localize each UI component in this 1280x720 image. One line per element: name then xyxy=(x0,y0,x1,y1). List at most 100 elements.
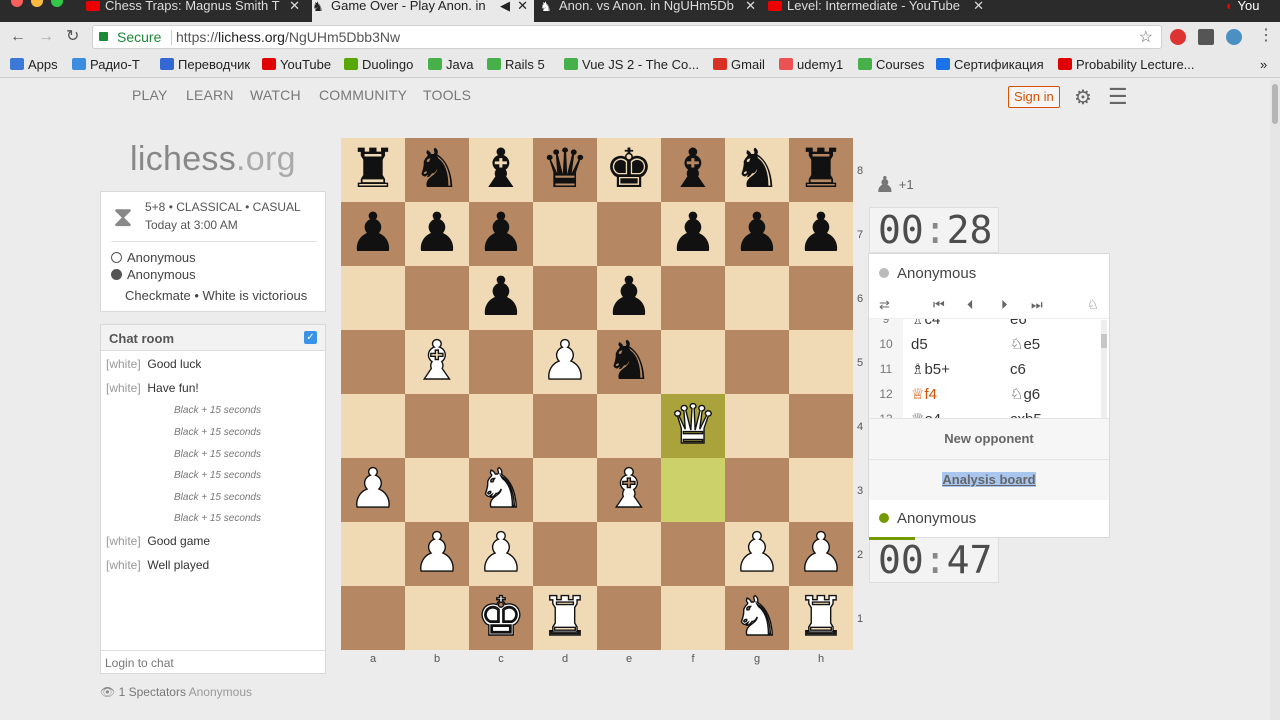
square-b1[interactable] xyxy=(405,586,469,650)
square-f6[interactable] xyxy=(661,266,725,330)
white-pawn-icon[interactable]: ♟ xyxy=(533,329,597,394)
close-tab-icon[interactable]: ✕ xyxy=(289,0,300,12)
square-e1[interactable] xyxy=(597,586,661,650)
white-player[interactable]: Anonymous xyxy=(111,250,196,265)
square-h4[interactable] xyxy=(789,394,853,458)
browser-tab-active[interactable]: ♞ Game Over - Play Anon. in ◀ ✕ xyxy=(312,0,534,22)
more-bookmarks-icon[interactable]: » xyxy=(1260,57,1267,72)
extension-icon[interactable] xyxy=(1170,29,1186,45)
bookmark-item[interactable]: udemy1 xyxy=(779,57,843,72)
black-pawn-icon[interactable]: ♟ xyxy=(469,202,533,266)
bookmark-item[interactable]: Rails 5 xyxy=(487,57,545,72)
white-pawn-icon[interactable]: ♟ xyxy=(469,521,533,586)
move-row[interactable]: 12 ♕f4 ♘g6 xyxy=(869,382,1105,407)
square-d6[interactable] xyxy=(533,266,597,330)
hamburger-menu-icon[interactable]: ☰ xyxy=(1108,84,1128,110)
black-knight-icon[interactable]: ♞ xyxy=(405,138,469,202)
close-tab-icon[interactable]: ✕ xyxy=(745,0,756,12)
gear-icon[interactable]: ⚙ xyxy=(1074,85,1092,110)
black-bishop-icon[interactable]: ♝ xyxy=(661,138,725,202)
square-f2[interactable] xyxy=(661,522,725,586)
square-b6[interactable] xyxy=(405,266,469,330)
nav-watch[interactable]: WATCH xyxy=(250,87,301,103)
bookmark-item[interactable]: Probability Lecture... xyxy=(1058,57,1195,72)
square-b4[interactable] xyxy=(405,394,469,458)
black-move[interactable]: ♘g6 xyxy=(1010,382,1040,407)
move-row[interactable]: 9 ♗c4 e6 xyxy=(869,319,1105,332)
speaker-icon[interactable]: ◀ xyxy=(500,0,510,12)
square-a4[interactable] xyxy=(341,394,405,458)
white-knight-icon[interactable]: ♞ xyxy=(725,585,789,650)
square-f5[interactable] xyxy=(661,330,725,394)
bookmark-item[interactable]: Duolingo xyxy=(344,57,413,72)
black-move[interactable]: ♘e5 xyxy=(1010,332,1040,357)
white-move[interactable]: ♗c4 xyxy=(911,319,940,332)
nav-community[interactable]: COMMUNITY xyxy=(319,87,407,103)
new-opponent-button[interactable]: New opponent xyxy=(869,418,1109,459)
square-h5[interactable] xyxy=(789,330,853,394)
black-pawn-icon[interactable]: ♟ xyxy=(341,202,405,266)
white-move[interactable]: ♕e4 xyxy=(911,407,941,418)
white-pawn-icon[interactable]: ♟ xyxy=(789,521,853,586)
bookmark-item[interactable]: Сертификация xyxy=(936,57,1044,72)
white-pawn-icon[interactable]: ♟ xyxy=(725,521,789,586)
extension-icon[interactable] xyxy=(1198,29,1214,45)
page-scrollbar[interactable] xyxy=(1270,80,1280,720)
black-pawn-icon[interactable]: ♟ xyxy=(661,202,725,266)
black-knight-icon[interactable]: ♞ xyxy=(725,138,789,202)
chat-input[interactable]: Login to chat xyxy=(101,650,325,673)
bottom-player[interactable]: Anonymous xyxy=(879,510,976,527)
lichess-logo[interactable]: lichess.org xyxy=(130,140,296,179)
black-player[interactable]: Anonymous xyxy=(111,267,196,282)
bookmark-star-icon[interactable]: ☆ xyxy=(1139,27,1153,47)
nav-play[interactable]: PLAY xyxy=(132,87,168,103)
maximize-window-button[interactable] xyxy=(51,0,63,7)
white-rook-icon[interactable]: ♜ xyxy=(789,585,853,650)
square-f3[interactable] xyxy=(661,458,725,522)
black-knight-icon[interactable]: ♞ xyxy=(597,330,661,394)
square-d2[interactable] xyxy=(533,522,597,586)
nav-learn[interactable]: LEARN xyxy=(186,87,234,103)
black-pawn-icon[interactable]: ♟ xyxy=(725,202,789,266)
move-row[interactable]: 10 d5 ♘e5 xyxy=(869,332,1105,357)
minimize-window-button[interactable] xyxy=(31,0,43,7)
square-f1[interactable] xyxy=(661,586,725,650)
square-g4[interactable] xyxy=(725,394,789,458)
square-a2[interactable] xyxy=(341,522,405,586)
square-c5[interactable] xyxy=(469,330,533,394)
analysis-board-button[interactable]: Analysis board xyxy=(869,459,1109,500)
first-move-icon[interactable]: ⏮ xyxy=(933,297,945,313)
kebab-menu-icon[interactable]: ⋮ xyxy=(1258,26,1274,46)
bookmark-item[interactable]: YouTube xyxy=(262,57,331,72)
bookmark-item[interactable]: Java xyxy=(428,57,473,72)
white-rook-icon[interactable]: ♜ xyxy=(533,585,597,650)
square-g5[interactable] xyxy=(725,330,789,394)
forward-arrow-icon[interactable]: → xyxy=(38,27,54,47)
black-bishop-icon[interactable]: ♝ xyxy=(469,138,533,202)
scrollbar-thumb[interactable] xyxy=(1272,84,1278,124)
black-pawn-icon[interactable]: ♟ xyxy=(405,202,469,266)
scrollbar-thumb[interactable] xyxy=(1101,334,1107,348)
bookmark-item[interactable]: Радио-Т xyxy=(72,57,140,72)
black-rook-icon[interactable]: ♜ xyxy=(789,138,853,202)
browser-tab[interactable]: ♞ Anon. vs Anon. in NgUHm5Db ✕ xyxy=(540,0,762,22)
black-queen-icon[interactable]: ♛ xyxy=(533,138,597,202)
white-bishop-icon[interactable]: ♝ xyxy=(405,329,469,394)
url-text[interactable]: https://lichess.org/NgUHm5Dbb3Nw xyxy=(176,29,400,45)
square-h3[interactable] xyxy=(789,458,853,522)
bookmark-item[interactable]: Courses xyxy=(858,57,924,72)
square-a1[interactable] xyxy=(341,586,405,650)
white-move[interactable]: ♗b5+ xyxy=(911,357,950,382)
square-a6[interactable] xyxy=(341,266,405,330)
move-list[interactable]: 9 ♗c4 e6 10 d5 ♘e5 11 ♗b5+ c6 12 ♕f4 ♘g6 13 ♕e4 cxb5 xyxy=(869,318,1109,418)
black-rook-icon[interactable]: ♜ xyxy=(341,138,405,202)
square-d4[interactable] xyxy=(533,394,597,458)
square-g6[interactable] xyxy=(725,266,789,330)
square-c4[interactable] xyxy=(469,394,533,458)
nav-tools[interactable]: TOOLS xyxy=(423,87,471,103)
white-king-icon[interactable]: ♚ xyxy=(469,585,533,650)
square-e7[interactable] xyxy=(597,202,661,266)
analysis-icon[interactable]: ♘ xyxy=(1087,297,1099,313)
square-e2[interactable] xyxy=(597,522,661,586)
back-arrow-icon[interactable]: ← xyxy=(10,27,26,47)
